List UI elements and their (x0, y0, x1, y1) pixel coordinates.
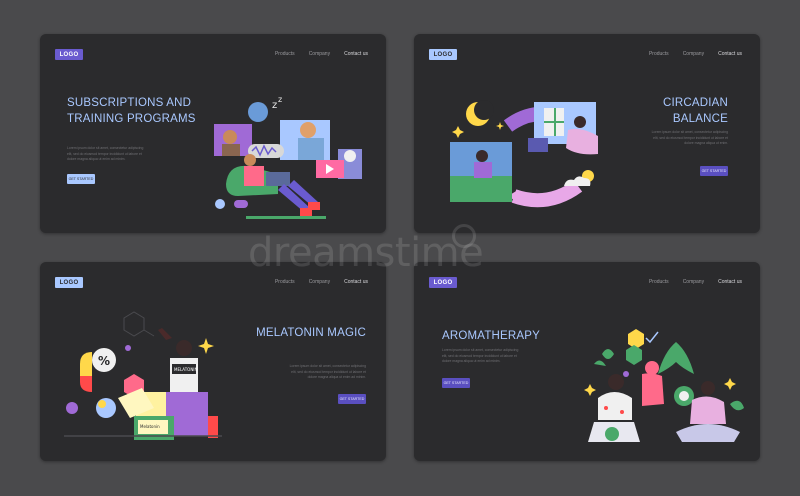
page-title: SUBSCRIPTIONS AND TRAINING PROGRAMS (67, 97, 196, 125)
description: Lorem ipsum dolor sit amet, consectetur … (289, 364, 366, 380)
nav-products[interactable]: Products (649, 279, 669, 285)
nav-menu: Products Company Contact us (649, 51, 742, 57)
nav-company[interactable]: Company (309, 279, 330, 285)
logo-badge[interactable]: LOGO (55, 277, 83, 288)
card-subscriptions: LOGO Products Company Contact us SUBSCRI… (40, 34, 386, 233)
nav-products[interactable]: Products (275, 279, 295, 285)
nav-products[interactable]: Products (649, 51, 669, 57)
svg-text:z: z (272, 100, 277, 111)
card-circadian: LOGO Products Company Contact us CIRCADI… (414, 34, 760, 233)
get-started-button[interactable]: GET STARTED (338, 394, 366, 404)
nav-company[interactable]: Company (683, 51, 704, 57)
page-title: AROMATHERAPY (442, 330, 541, 342)
card-aromatherapy: LOGO Products Company Contact us AROMATH… (414, 262, 760, 461)
nav-contact[interactable]: Contact us (718, 51, 742, 57)
people-watching-video-call-icon: z z (214, 95, 362, 219)
logo-badge[interactable]: LOGO (429, 277, 457, 288)
nav-menu: Products Company Contact us (275, 279, 368, 285)
description: Lorem ipsum dolor sit amet, consectetur … (651, 130, 728, 146)
nav-company[interactable]: Company (309, 51, 330, 57)
page-title: CIRCADIAN BALANCE (662, 97, 728, 125)
card-melatonin: LOGO Products Company Contact us MELATON… (40, 262, 386, 461)
svg-text:z: z (278, 95, 282, 104)
melatonin-bottle-label: MELATONIN (174, 367, 197, 372)
page-title: MELATONIN MAGIC (256, 327, 366, 339)
melatonin-supplement-icon: % MELATONIN Melatonin (64, 311, 222, 440)
description: Lorem ipsum dolor sit amet, consectetur … (67, 146, 144, 162)
day-night-cycle-icon (450, 100, 598, 208)
nav-menu: Products Company Contact us (275, 51, 368, 57)
get-started-button[interactable]: GET STARTED (700, 166, 728, 176)
melatonin-box-label: Melatonin (140, 424, 160, 429)
percent-label: % (98, 354, 110, 368)
nav-products[interactable]: Products (275, 51, 295, 57)
nav-contact[interactable]: Contact us (344, 279, 368, 285)
nav-contact[interactable]: Contact us (718, 279, 742, 285)
nav-contact[interactable]: Contact us (344, 51, 368, 57)
get-started-button[interactable]: GET STARTED (442, 378, 470, 388)
nav-company[interactable]: Company (683, 279, 704, 285)
watermark: dreamstime (248, 230, 484, 276)
logo-badge[interactable]: LOGO (429, 49, 457, 60)
nav-menu: Products Company Contact us (649, 279, 742, 285)
description: Lorem ipsum dolor sit amet, consectetur … (442, 348, 519, 364)
logo-badge[interactable]: LOGO (55, 49, 83, 60)
get-started-button[interactable]: GET STARTED (67, 174, 95, 184)
aromatherapy-people-icon (584, 329, 744, 442)
